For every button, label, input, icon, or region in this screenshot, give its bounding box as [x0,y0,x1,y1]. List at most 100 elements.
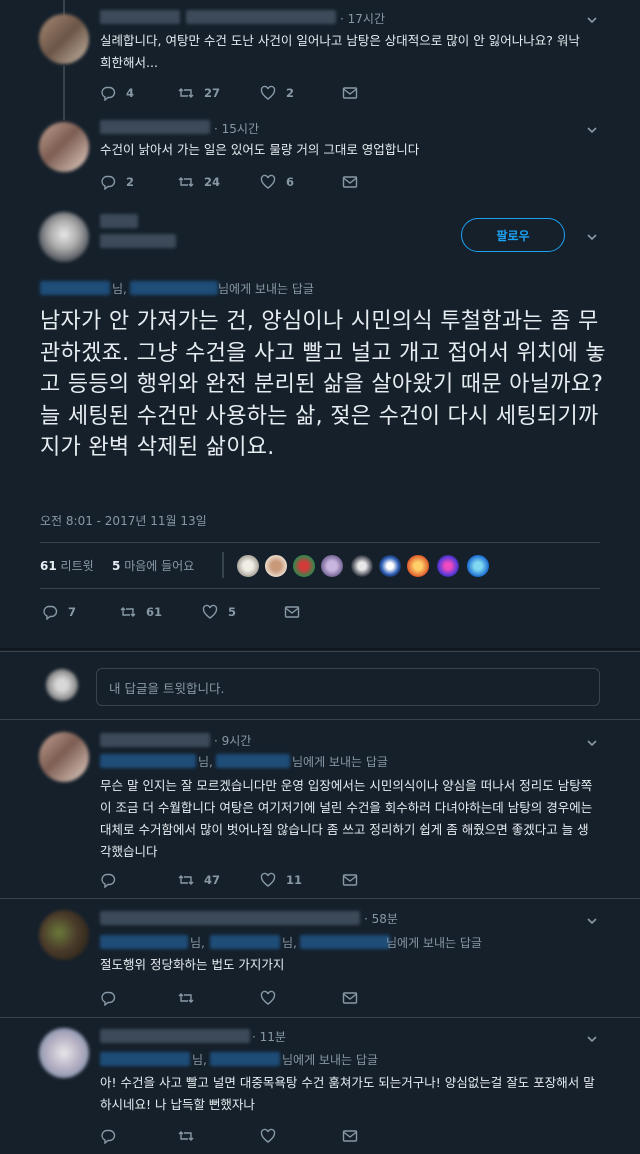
chevron-down-icon[interactable] [585,12,599,26]
envelope-icon [342,176,358,188]
avatar[interactable] [39,1028,89,1078]
tweet-text: 절도행위 정당화하는 법도 가지가지 [100,957,285,972]
mention-redacted[interactable] [100,935,188,949]
like-button[interactable] [260,1128,276,1144]
reply-icon [101,86,116,101]
tweet-timestamp[interactable]: 오전 8:01 - 2017년 11월 13일 [40,512,207,529]
reply-to-label: 님에게 보내는 답글 [282,1053,378,1067]
mention-redacted[interactable] [100,1052,190,1066]
retweet-button[interactable]: 27 [178,85,220,101]
avatar[interactable] [39,212,89,262]
reply-button[interactable] [100,1128,116,1144]
mention-redacted[interactable] [40,281,110,295]
envelope-icon [342,874,358,886]
retweet-count: 47 [204,873,221,887]
tweet-actions [100,990,400,1010]
divider [0,719,640,720]
retweet-icon [178,88,194,98]
thread-line [63,66,65,120]
like-count: 5 [228,605,237,619]
tweet-time[interactable]: · 11분 [252,1028,286,1045]
reply-icon [101,1129,116,1144]
dm-button[interactable] [342,85,358,101]
like-button[interactable]: 11 [260,872,302,888]
like-button[interactable] [260,990,276,1006]
dm-button[interactable] [342,872,358,888]
liker-avatar[interactable] [350,554,374,578]
mention-redacted[interactable] [210,935,280,949]
retweet-button[interactable]: 61 [120,604,162,620]
dm-button[interactable] [284,604,300,620]
heart-icon [260,174,276,189]
mention-redacted[interactable] [216,754,290,768]
avatar[interactable] [39,910,89,960]
retweet-button[interactable] [178,990,194,1006]
avatar[interactable] [39,122,89,172]
avatar[interactable] [39,732,89,782]
chevron-down-icon[interactable] [585,1031,599,1045]
user-name-redacted[interactable] [100,1029,250,1043]
liker-avatars [222,552,224,578]
reply-button[interactable]: 2 [100,174,134,190]
retweet-count: 27 [204,86,221,100]
liker-avatar[interactable] [466,554,490,578]
like-button[interactable]: 5 [202,604,236,620]
mention-redacted[interactable] [300,935,390,949]
mention-redacted[interactable] [100,754,196,768]
follow-button[interactable]: 팔로우 [461,218,565,252]
mention-redacted[interactable] [130,281,218,295]
reply-to-separator: 님, [192,1053,207,1067]
user-name-redacted[interactable] [100,911,360,925]
tweet-text: 수건이 낡아서 가는 일은 있어도 물량 거의 그대로 영업합니다 [100,142,420,157]
dm-button[interactable] [342,990,358,1006]
retweet-button[interactable] [178,1128,194,1144]
retweet-button[interactable]: 24 [178,174,220,190]
reply-button[interactable]: 7 [42,604,76,620]
retweet-button[interactable]: 47 [178,872,220,888]
retweet-icon [178,993,194,1003]
chevron-down-icon[interactable] [585,735,599,749]
tweet-time[interactable]: · 17시간 [340,10,385,27]
user-handle-redacted[interactable] [100,234,176,248]
user-handle-redacted[interactable] [186,10,336,24]
divider [0,898,640,899]
chevron-down-icon[interactable] [585,913,599,927]
reply-to-separator: 님, [190,936,205,950]
mention-redacted[interactable] [210,1052,280,1066]
liker-avatar[interactable] [292,554,316,578]
divider [0,648,640,650]
liker-avatar[interactable] [320,554,344,578]
like-stat[interactable]: 5 마음에 들어요 [112,557,194,574]
like-button[interactable]: 6 [260,174,294,190]
dm-button[interactable] [342,1128,358,1144]
liker-avatar[interactable] [436,554,460,578]
tweet-time[interactable]: · 9시간 [214,732,251,749]
chevron-down-icon[interactable] [585,122,599,136]
user-name-redacted[interactable] [100,733,210,747]
retweet-count: 24 [204,175,221,189]
liker-avatar[interactable] [236,554,260,578]
reply-button[interactable] [100,872,116,888]
retweet-stat[interactable]: 61 리트윗 [40,557,94,574]
liker-avatar[interactable] [264,554,288,578]
reply-count: 7 [68,605,77,619]
dm-button[interactable] [342,174,358,190]
heart-icon [260,1128,276,1143]
liker-avatar[interactable] [406,554,430,578]
like-count: 11 [286,873,303,887]
tweet-time[interactable]: · 58분 [364,910,398,927]
tweet-time[interactable]: · 15시간 [214,120,259,137]
like-button[interactable]: 2 [260,85,294,101]
reply-icon [101,991,116,1006]
reply-button[interactable]: 4 [100,85,134,101]
user-name-redacted[interactable] [100,10,180,24]
own-avatar [46,669,78,701]
chevron-down-icon[interactable] [585,229,599,243]
liker-avatar[interactable] [378,554,402,578]
reply-input[interactable]: 내 답글을 트윗합니다. [96,668,600,706]
reply-to-separator: 님, [282,936,297,950]
reply-button[interactable] [100,990,116,1006]
user-name-redacted[interactable] [100,120,210,134]
user-name-redacted[interactable] [100,214,138,228]
avatar[interactable] [39,14,89,64]
